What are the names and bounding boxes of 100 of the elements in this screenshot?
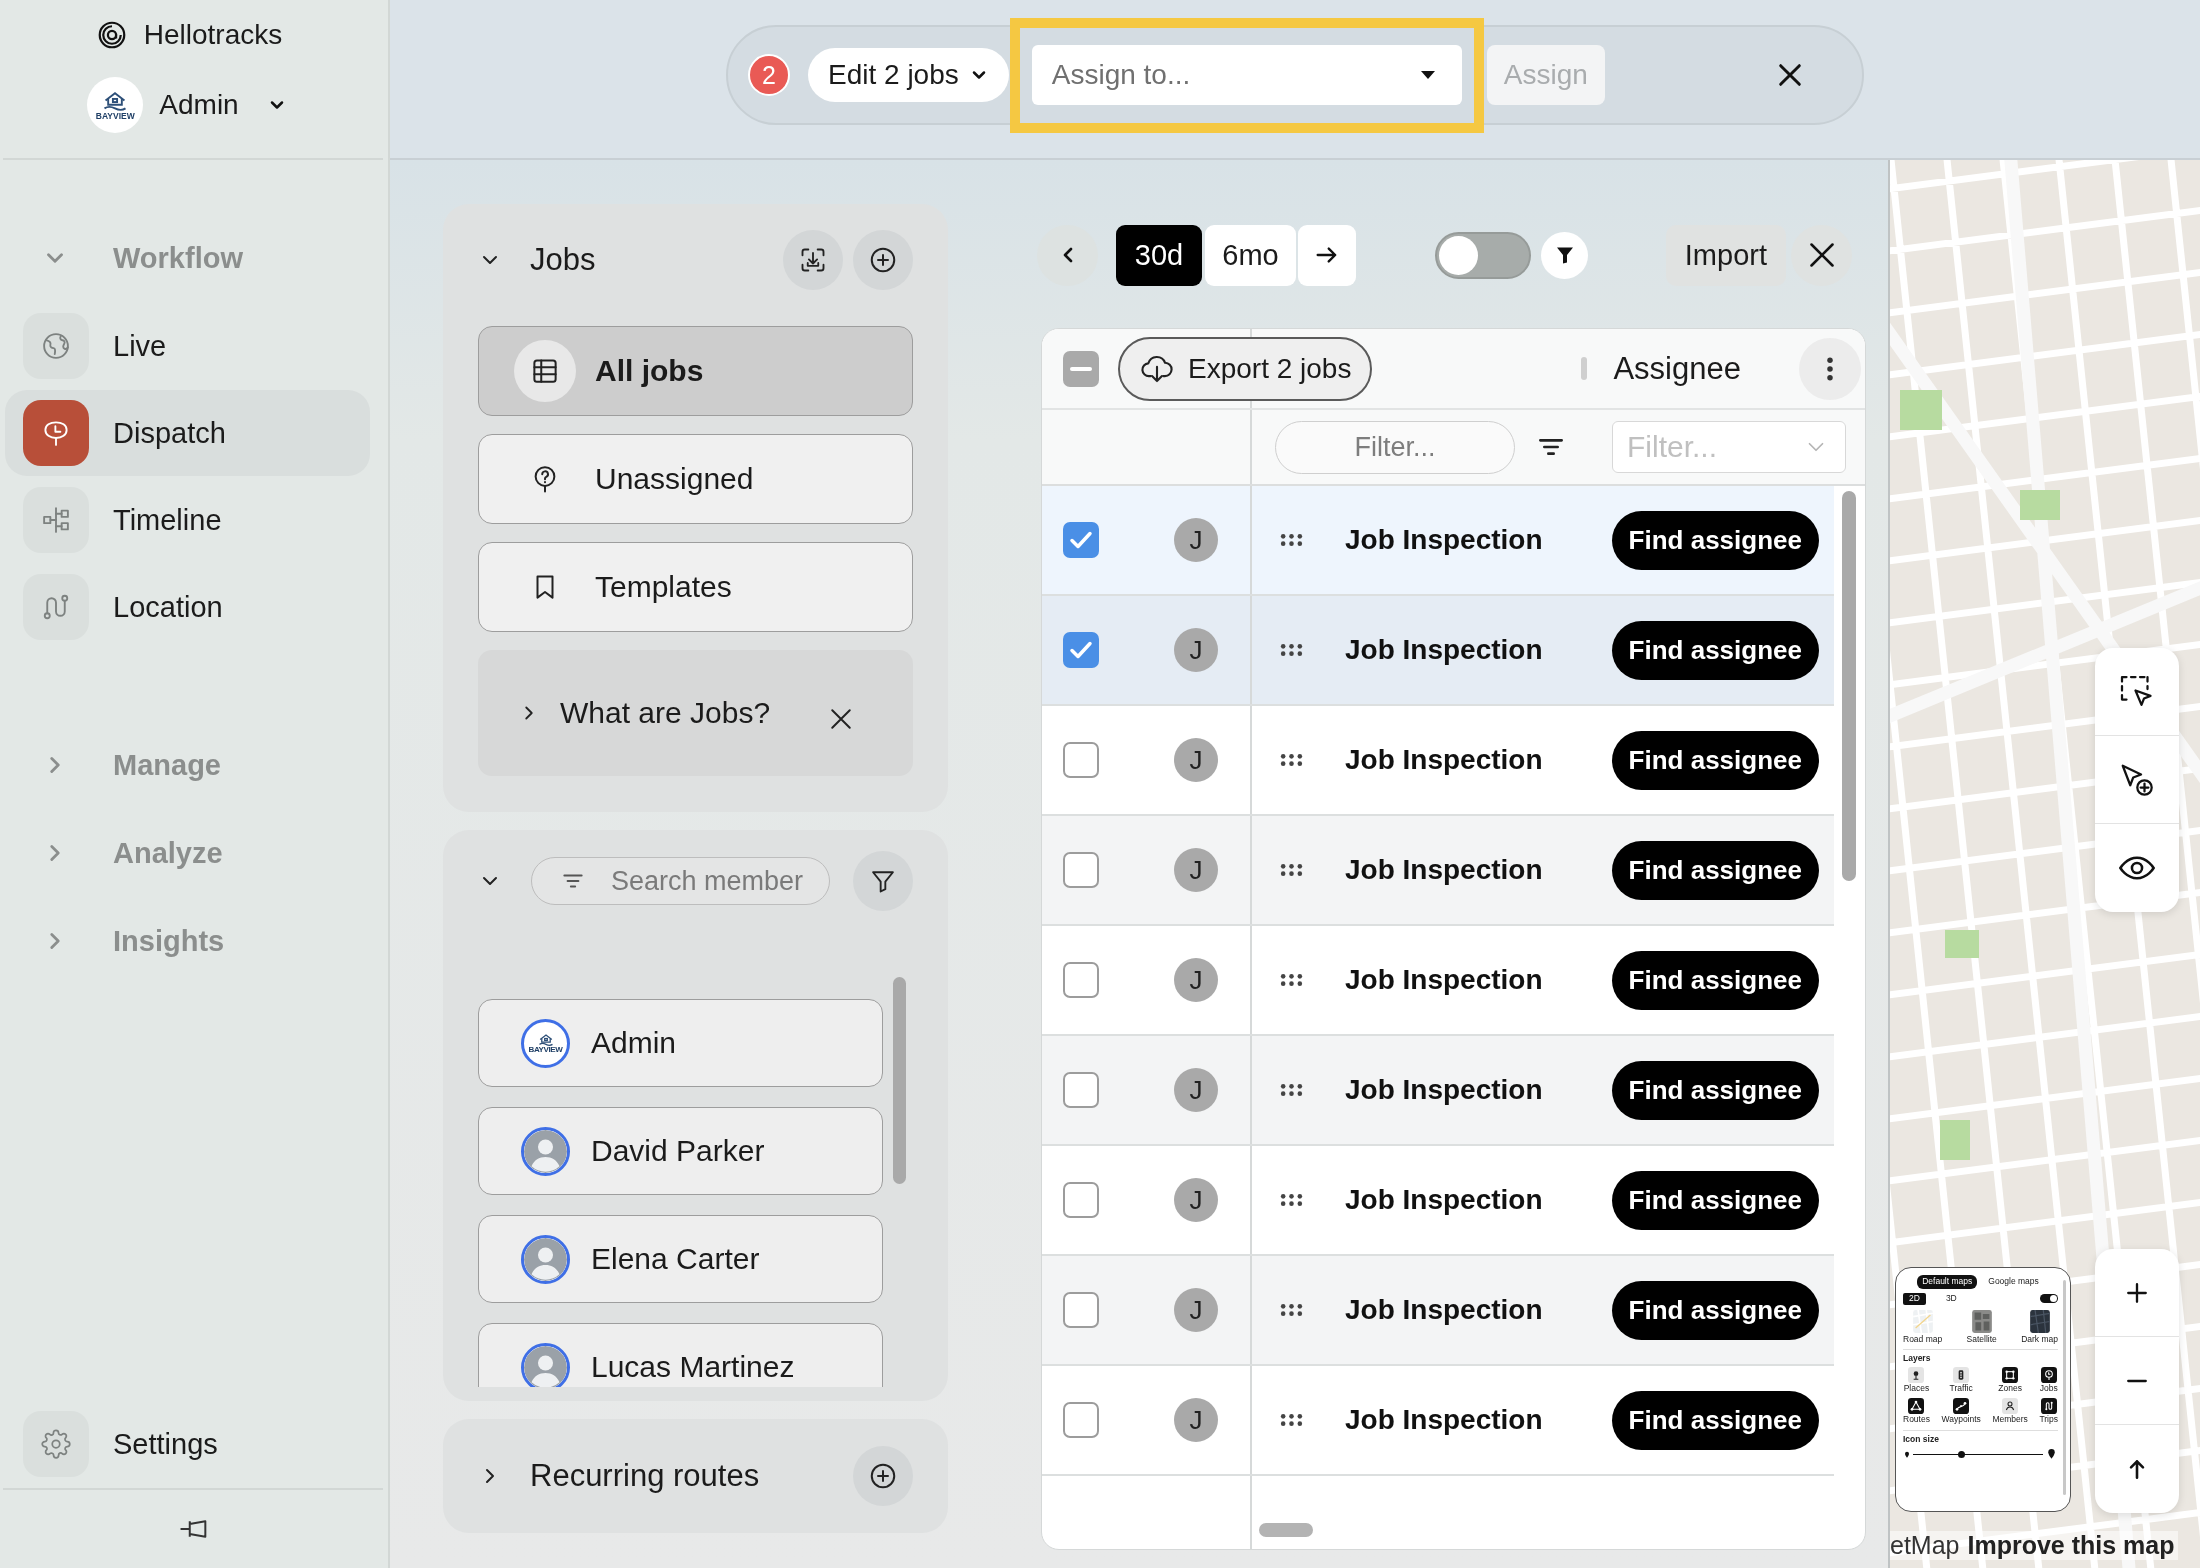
view-mode-tab[interactable]: 3D [1939,1292,1963,1305]
row-checkbox[interactable] [1063,742,1099,778]
table-row[interactable]: J Job Inspection Find assignee [1042,816,1834,926]
row-checkbox[interactable] [1063,1072,1099,1108]
company-logo[interactable]: BAYVIEW [87,77,144,133]
row-checkbox[interactable] [1063,1292,1099,1328]
row-checkbox[interactable] [1063,1402,1099,1438]
table-row[interactable]: J Job Inspection Find assignee [1042,926,1834,1036]
toggle-switch[interactable] [1435,231,1531,279]
account-name[interactable]: Admin [159,89,239,121]
map-source-tab[interactable]: Default maps [1917,1275,1978,1289]
help-expander[interactable]: What are Jobs? [518,696,771,730]
layer-option[interactable]: Waypoints [1941,1397,1981,1425]
select-all-checkbox[interactable] [1063,350,1099,387]
map-source-tab[interactable]: Google maps [1983,1275,2044,1289]
drag-handle-icon[interactable] [1279,1411,1304,1429]
assign-to-dropdown[interactable]: Assign to... [1031,45,1462,105]
horizontal-scrollbar[interactable] [1259,1523,1313,1537]
layer-option[interactable]: Trips [2039,1397,2058,1425]
map-style-option[interactable]: Satellite [1966,1309,1997,1345]
row-checkbox[interactable] [1063,1182,1099,1218]
timeline-icon[interactable] [23,487,89,553]
triangle-nodes-icon[interactable] [1908,1397,1925,1414]
row-checkbox[interactable] [1063,632,1099,668]
globe-icon[interactable] [23,313,89,379]
table-row[interactable]: J Job Inspection Find assignee [1042,486,1834,596]
table-row[interactable]: J Job Inspection Find assignee [1042,706,1834,816]
scrollbar[interactable] [893,977,906,1184]
table-icon[interactable] [514,340,576,402]
table-row[interactable]: J Job Inspection Find assignee [1042,596,1834,706]
traffic-light-icon[interactable] [1953,1367,1970,1384]
range-tab[interactable]: 30d [1116,224,1202,286]
layer-option[interactable]: Routes [1903,1397,1930,1425]
member-item[interactable]: BAYVIEW Admin [478,999,883,1087]
find-assignee-button[interactable]: Find assignee [1611,730,1819,790]
find-assignee-button[interactable]: Find assignee [1611,620,1819,680]
drag-handle-icon[interactable] [1279,1081,1304,1099]
road-map-thumbnail[interactable] [1912,1309,1933,1333]
table-row[interactable]: J Job Inspection Find assignee [1042,1036,1834,1146]
drag-handle-icon[interactable] [1279,1301,1304,1319]
job-view-item[interactable]: Unassigned [478,434,913,524]
vertical-scrollbar[interactable] [1842,491,1856,881]
toggle-switch[interactable] [2040,1294,2058,1304]
next-button[interactable] [1298,224,1356,286]
waypoint-path-icon[interactable] [1953,1397,1970,1414]
layer-option[interactable]: Traffic [1941,1367,1981,1394]
row-checkbox[interactable] [1063,962,1099,998]
column-resize-handle[interactable] [1581,357,1588,380]
pin-icon[interactable] [1908,1367,1925,1384]
member-item[interactable]: David Parker [478,1107,883,1195]
settings-item[interactable]: Settings [5,1401,370,1487]
filter-button[interactable] [1541,231,1588,279]
drag-handle-icon[interactable] [1279,751,1304,769]
dark-map-thumbnail[interactable] [2029,1309,2050,1333]
drag-handle-icon[interactable] [1279,861,1304,879]
find-assignee-button[interactable]: Find assignee [1611,1060,1819,1120]
drag-handle-icon[interactable] [1279,1191,1304,1209]
drag-handle-icon[interactable] [1279,641,1304,659]
map-style-option[interactable]: Road map [1903,1309,1943,1345]
nav-item[interactable]: Location [5,564,370,650]
drag-handle-icon[interactable] [1279,531,1304,549]
layer-option[interactable]: Places [1903,1367,1930,1394]
job-view-item[interactable]: All jobs [478,326,913,416]
job-view-item[interactable]: Templates [478,542,913,632]
find-assignee-button[interactable]: Find assignee [1611,1390,1819,1450]
table-row[interactable]: J Job Inspection Find assignee [1042,1256,1834,1366]
export-button[interactable]: Export 2 jobs [1118,336,1373,401]
member-item[interactable]: Lucas Martinez [478,1323,883,1387]
plus-circle-icon[interactable] [868,245,898,275]
table-row[interactable]: J Job Inspection Find assignee [1042,1146,1834,1256]
drag-handle-icon[interactable] [1279,971,1304,989]
find-assignee-button[interactable]: Find assignee [1611,1170,1819,1230]
nav-item[interactable]: Dispatch [5,390,370,476]
view-mode-tab[interactable]: 2D [1903,1292,1926,1305]
column-header[interactable]: Assignee [1613,350,1741,387]
nav-item[interactable]: Timeline [5,477,370,563]
plus-circle-icon[interactable] [868,1461,898,1491]
slider-thumb[interactable] [1957,1451,1965,1459]
improve-map-link[interactable]: Improve this map [1967,1531,2175,1560]
clock-bubble-icon[interactable] [2040,1367,2057,1384]
layer-option[interactable]: Zones [1992,1367,2028,1394]
filter-field[interactable]: Filter... [1275,420,1515,474]
find-assignee-button[interactable]: Find assignee [1611,840,1819,900]
table-row[interactable]: J Job Inspection Find assignee [1042,1366,1834,1476]
find-assignee-button[interactable]: Find assignee [1611,510,1819,570]
row-checkbox[interactable] [1063,522,1099,558]
edit-jobs-menu[interactable]: Edit 2 jobs [808,48,1009,102]
square-nodes-icon[interactable] [2002,1367,2019,1384]
import-button[interactable]: Import [1665,224,1786,286]
find-assignee-button[interactable]: Find assignee [1611,1280,1819,1340]
satellite-thumbnail[interactable] [1971,1309,1992,1333]
person-icon[interactable] [2002,1397,2019,1414]
panel-scrollbar[interactable] [2063,1280,2066,1495]
row-checkbox[interactable] [1063,852,1099,888]
route-path-icon[interactable] [2040,1397,2057,1414]
map-style-option[interactable]: Dark map [2021,1309,2058,1345]
gear-icon[interactable] [23,1411,89,1477]
layer-option[interactable]: Members [1992,1397,2028,1425]
range-tab[interactable]: 6mo [1205,224,1296,286]
download-tray-icon[interactable] [799,246,827,274]
